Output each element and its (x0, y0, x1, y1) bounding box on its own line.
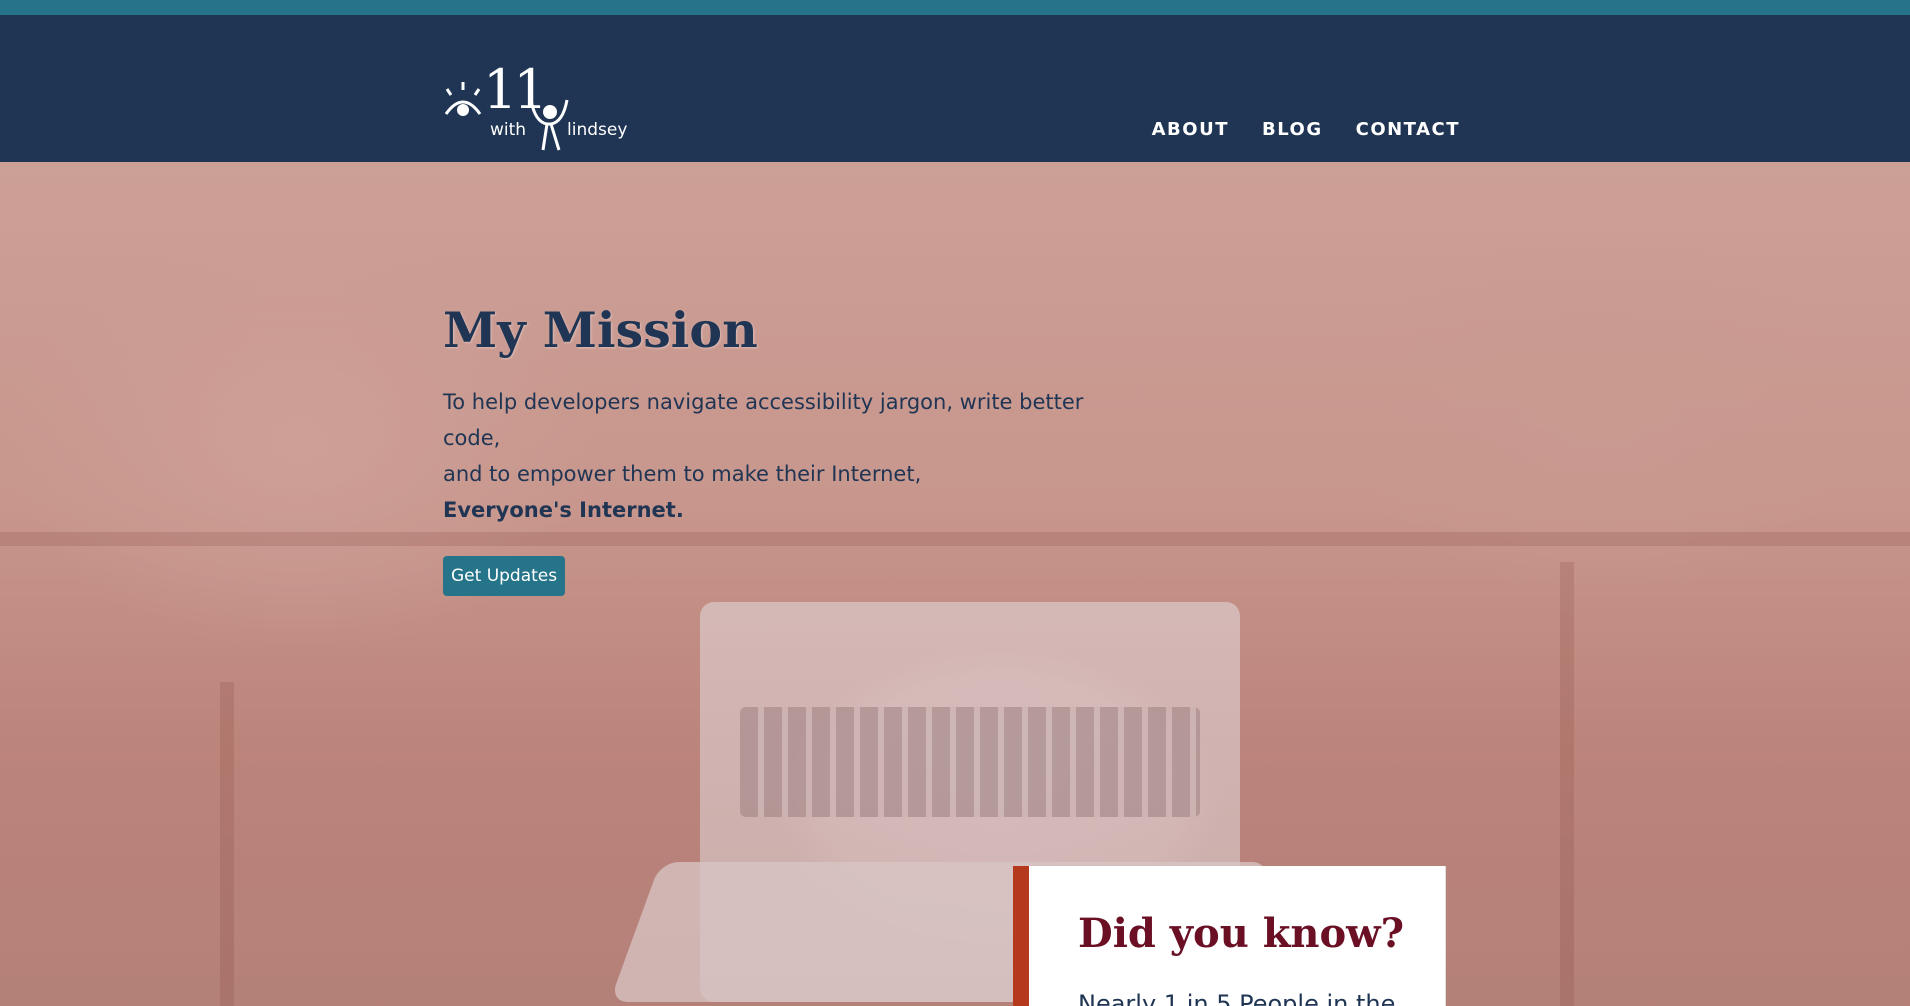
site-logo[interactable]: 11 with lindsey (443, 60, 643, 156)
mission-block: My Mission To help developers navigate a… (443, 300, 1143, 596)
top-accent-bar (0, 0, 1910, 15)
nav-contact-link[interactable]: CONTACT (1356, 119, 1460, 151)
did-you-know-text: Nearly 1 in 5 People in the (1078, 990, 1396, 1006)
mission-text-line1: To help developers navigate accessibilit… (443, 390, 1084, 450)
main-nav: ABOUT BLOG CONTACT (1152, 119, 1460, 151)
logo-with-text: with (490, 120, 527, 140)
site-header: 11 with lindsey ABOUT BLOG CONTACT (0, 15, 1910, 162)
did-you-know-title: Did you know? (1078, 910, 1405, 957)
hero-background-stripe (220, 682, 234, 1006)
nav-about-link[interactable]: ABOUT (1152, 119, 1229, 151)
get-updates-button[interactable]: Get Updates (443, 556, 566, 596)
logo-name-text: lindsey (567, 120, 628, 140)
mission-text: To help developers navigate accessibilit… (443, 384, 1143, 528)
nav-blog-link[interactable]: BLOG (1262, 119, 1323, 151)
logo-mark-text: 11 (483, 58, 548, 121)
mission-text-line2: and to empower them to make their Intern… (443, 462, 922, 486)
hero-keyboard-image (740, 707, 1200, 817)
did-you-know-card: Did you know? Nearly 1 in 5 People in th… (1013, 866, 1446, 1006)
hero-background-stripe (1560, 562, 1574, 1006)
mission-title: My Mission (443, 301, 758, 359)
mission-text-strong: Everyone's Internet. (443, 498, 684, 522)
